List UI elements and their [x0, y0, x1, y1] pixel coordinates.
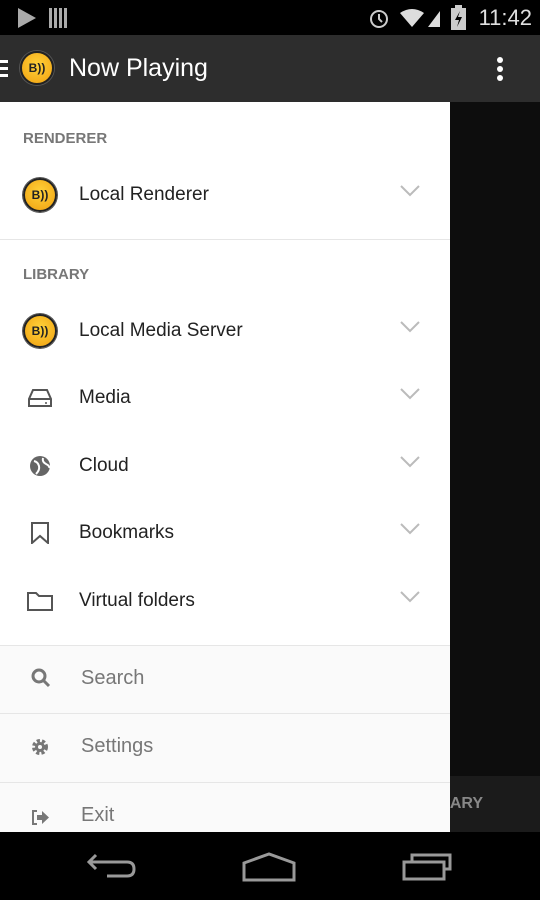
drawer-item-local-renderer[interactable]: B)) Local Renderer	[0, 165, 450, 225]
item-label: Virtual folders	[79, 590, 195, 611]
gear-icon	[32, 739, 48, 755]
bookmark-icon	[31, 522, 49, 544]
play-icon	[18, 8, 36, 28]
drawer-item-virtual-folders[interactable]: Virtual folders	[0, 571, 450, 631]
item-label: Cloud	[79, 455, 129, 476]
battery-charging-icon	[451, 5, 466, 30]
alarm-icon	[370, 10, 388, 28]
page-title: Now Playing	[69, 54, 208, 82]
renderer-header: RENDERER	[23, 130, 108, 147]
recent-apps-icon[interactable]	[402, 852, 454, 882]
item-label: Bookmarks	[79, 522, 175, 543]
app-bar: B)) Now Playing	[0, 35, 540, 102]
chevron-down-icon[interactable]	[400, 388, 420, 400]
item-label: Settings	[81, 735, 154, 757]
item-label: Exit	[81, 804, 115, 826]
bubbleupnp-logo-icon: B))	[23, 178, 57, 212]
chevron-down-icon[interactable]	[400, 185, 420, 197]
search-icon	[31, 668, 51, 688]
drawer-item-media[interactable]: Media	[0, 368, 450, 428]
item-label: Search	[81, 667, 145, 689]
logo-text: B	[28, 61, 38, 75]
chevron-down-icon[interactable]	[400, 321, 420, 333]
globe-icon	[30, 456, 51, 476]
item-label: Local Media Server	[79, 320, 243, 341]
back-icon[interactable]	[86, 852, 136, 882]
drawer-item-bookmarks[interactable]: Bookmarks	[0, 503, 450, 563]
chevron-down-icon[interactable]	[400, 523, 420, 535]
chevron-down-icon[interactable]	[400, 456, 420, 468]
drive-icon	[28, 389, 52, 407]
library-header: LIBRARY	[23, 266, 90, 283]
divider	[0, 239, 450, 240]
item-label: Local Renderer	[79, 184, 209, 205]
wifi-signal-icon	[400, 9, 440, 27]
navigation-drawer: RENDERER B)) Local Renderer LIBRARY B)) …	[0, 102, 450, 832]
exit-icon	[32, 810, 49, 825]
drawer-item-settings[interactable]: Settings	[0, 714, 450, 780]
overflow-menu-icon[interactable]	[496, 57, 504, 81]
home-icon[interactable]	[242, 852, 296, 882]
drawer-item-cloud[interactable]: Cloud	[0, 436, 450, 496]
folder-icon	[27, 592, 53, 611]
chevron-down-icon[interactable]	[400, 591, 420, 603]
system-nav-bar	[0, 832, 540, 900]
hamburger-icon[interactable]	[0, 60, 8, 78]
drawer-item-search[interactable]: Search	[0, 646, 450, 712]
bubbleupnp-logo-icon: B))	[23, 314, 57, 348]
clock: 11:42	[478, 5, 532, 30]
drawer-footer: Search Settings Exit	[0, 645, 450, 832]
drawer-item-local-media-server[interactable]: B)) Local Media Server	[0, 301, 450, 361]
item-label: Media	[79, 387, 131, 408]
drawer-item-exit[interactable]: Exit	[0, 783, 450, 832]
status-bar: 11:42	[0, 0, 540, 35]
barcode-icon	[49, 8, 67, 28]
app-logo[interactable]: B))	[20, 51, 54, 85]
